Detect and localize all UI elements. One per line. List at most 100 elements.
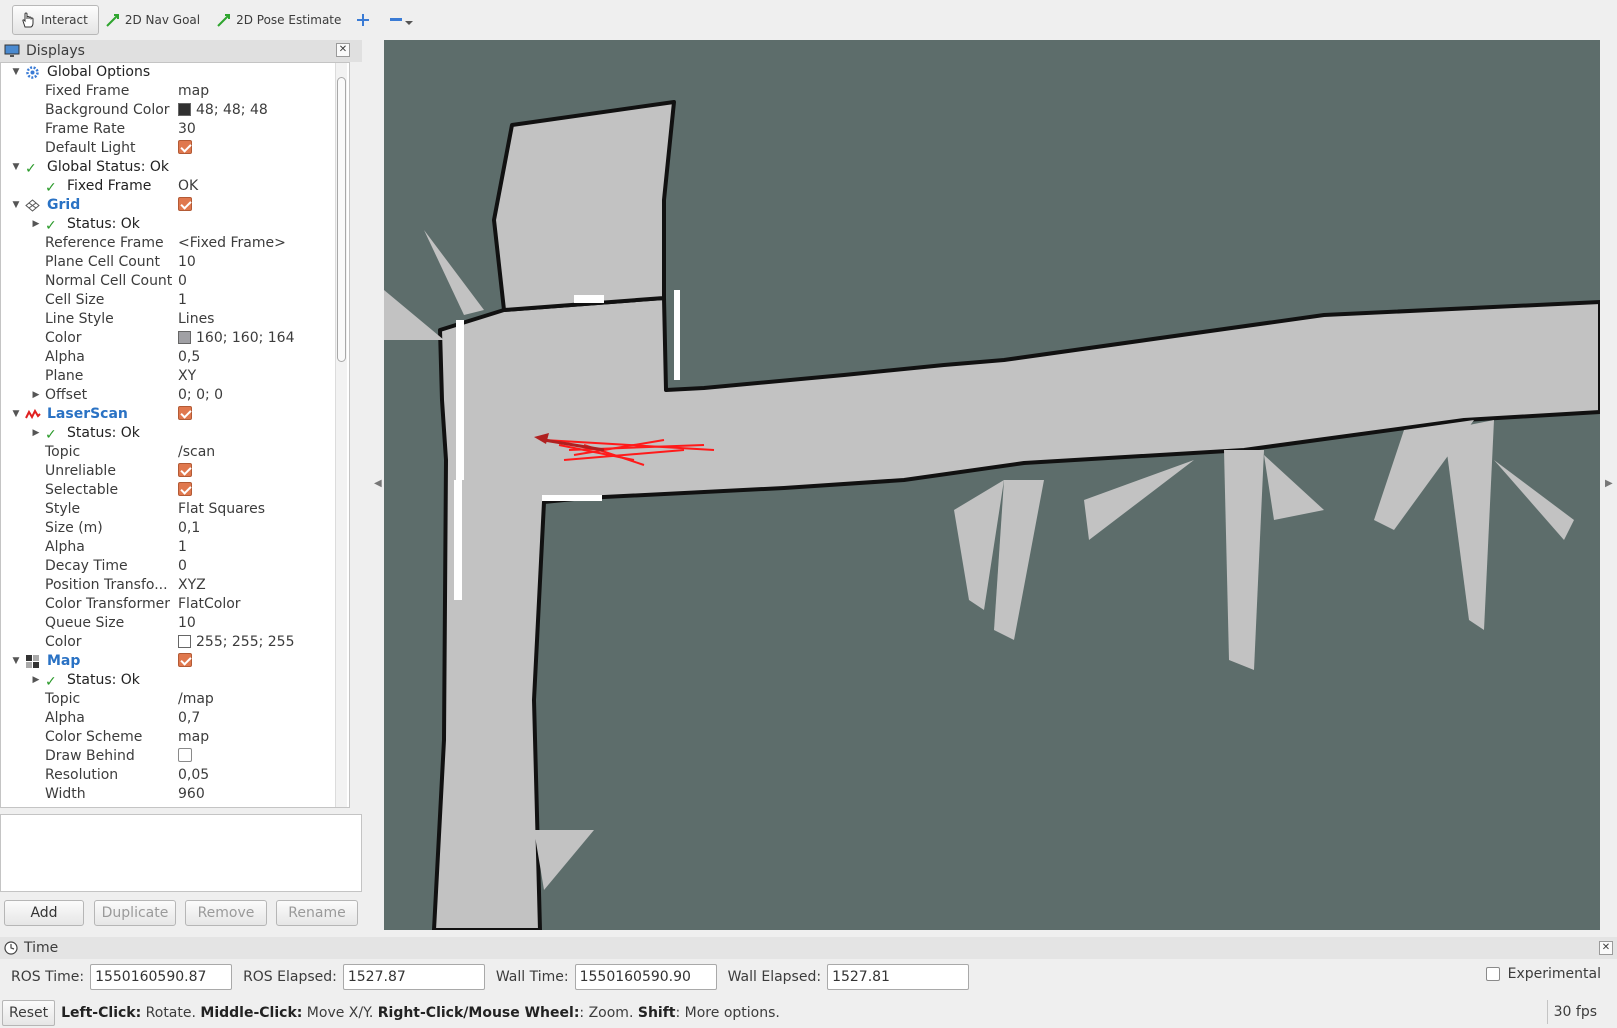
tree-row[interactable]: Line Style Lines: [1, 310, 349, 329]
property-value-text: map: [178, 729, 210, 745]
status-bar: Reset Left-Click: Rotate. Middle-Click: …: [0, 997, 1617, 1028]
remove-button[interactable]: Remove: [185, 900, 267, 926]
add-tool-button[interactable]: [351, 5, 375, 35]
tree-row[interactable]: Decay Time 0: [1, 557, 349, 576]
tree-row[interactable]: Style Flat Squares: [1, 500, 349, 519]
enabled-checkbox[interactable]: [178, 406, 192, 420]
tree-row[interactable]: ▼ LaserScan: [1, 405, 349, 424]
tree-row[interactable]: Normal Cell Count 0: [1, 272, 349, 291]
tree-row[interactable]: Background Color 48; 48; 48: [1, 101, 349, 120]
expand-right-icon[interactable]: ▶: [31, 215, 41, 234]
enabled-checkbox[interactable]: [178, 463, 192, 477]
tree-row[interactable]: ✓ Fixed Frame OK: [1, 177, 349, 196]
tree-row[interactable]: Default Light: [1, 139, 349, 158]
property-value: 1: [178, 291, 187, 310]
enabled-checkbox[interactable]: [178, 140, 192, 154]
tree-row[interactable]: Plane Cell Count 10: [1, 253, 349, 272]
tree-row[interactable]: Topic/map: [1, 690, 349, 709]
ros-elapsed-field[interactable]: 1527.87: [342, 964, 485, 990]
expand-right-icon[interactable]: ▶: [31, 424, 41, 443]
tree-row[interactable]: Alpha 0,5: [1, 348, 349, 367]
tree-row[interactable]: ▶ ✓ Status: Ok: [1, 215, 349, 234]
enabled-checkbox[interactable]: [178, 197, 192, 211]
color-swatch: [178, 635, 191, 648]
tree-row[interactable]: Color Scheme map: [1, 728, 349, 747]
collapse-right-arrow-icon[interactable]: ▶: [1605, 478, 1613, 489]
tree-row[interactable]: Color 160; 160; 164: [1, 329, 349, 348]
rename-button[interactable]: Rename: [276, 900, 358, 926]
tree-scrollbar[interactable]: [335, 63, 347, 807]
tree-row[interactable]: Draw Behind: [1, 747, 349, 766]
property-value-text: FlatColor: [178, 596, 241, 612]
property-value[interactable]: [178, 405, 192, 424]
tree-row[interactable]: ▼ Grid: [1, 196, 349, 215]
enabled-checkbox[interactable]: [178, 482, 192, 496]
tree-row[interactable]: Unreliable: [1, 462, 349, 481]
property-value[interactable]: [178, 747, 192, 766]
hint-left-click: Left-Click:: [61, 1004, 142, 1021]
expand-down-icon[interactable]: ▼: [11, 405, 21, 424]
close-icon[interactable]: ✕: [336, 43, 350, 57]
tree-row[interactable]: ▼ Global Options: [1, 63, 349, 82]
remove-tool-menu-button[interactable]: [389, 5, 413, 35]
property-value: 160; 160; 164: [178, 329, 295, 348]
experimental-toggle[interactable]: Experimental: [1485, 966, 1601, 982]
property-value[interactable]: [178, 139, 192, 158]
ros-time-field[interactable]: 1550160590.87: [90, 964, 233, 990]
tree-row[interactable]: Alpha 1: [1, 538, 349, 557]
expand-down-icon[interactable]: ▼: [11, 158, 21, 177]
property-value[interactable]: [178, 196, 192, 215]
scrollbar-thumb[interactable]: [337, 77, 346, 362]
property-value[interactable]: [178, 652, 192, 671]
tree-row[interactable]: ▼ Map: [1, 652, 349, 671]
duplicate-button[interactable]: Duplicate: [94, 900, 176, 926]
collapse-left-arrow-icon[interactable]: ◀: [374, 478, 382, 489]
3d-viewport[interactable]: [384, 40, 1600, 930]
expand-down-icon[interactable]: ▼: [11, 196, 21, 215]
interact-tool-button[interactable]: Interact: [12, 5, 99, 35]
expand-right-icon[interactable]: ▶: [31, 671, 41, 690]
expand-down-icon[interactable]: ▼: [11, 652, 21, 671]
property-value[interactable]: [178, 481, 192, 500]
tree-row[interactable]: ▼ ✓ Global Status: Ok: [1, 158, 349, 177]
property-name: Grid: [47, 197, 81, 213]
wall-elapsed-field[interactable]: 1527.81: [827, 964, 970, 990]
tree-row[interactable]: Cell Size 1: [1, 291, 349, 310]
close-icon[interactable]: ✕: [1599, 941, 1613, 955]
tree-row[interactable]: Size (m) 0,1: [1, 519, 349, 538]
property-value-text: 10: [178, 254, 196, 270]
experimental-checkbox[interactable]: [1485, 967, 1500, 981]
ros-elapsed-label: ROS Elapsed:: [243, 969, 337, 985]
reset-button[interactable]: Reset: [2, 999, 56, 1026]
property-value[interactable]: [178, 462, 192, 481]
property-name: Fixed Frame: [45, 83, 130, 99]
tree-row[interactable]: ▶ ✓ Status: Ok: [1, 424, 349, 443]
tree-row[interactable]: Queue Size 10: [1, 614, 349, 633]
tree-row[interactable]: ▶ Offset 0; 0; 0: [1, 386, 349, 405]
nav-goal-tool-button[interactable]: 2D Nav Goal: [99, 5, 210, 35]
pose-estimate-tool-button[interactable]: 2D Pose Estimate: [210, 5, 351, 35]
expand-down-icon[interactable]: ▼: [11, 63, 21, 82]
grid-icon: [25, 199, 40, 212]
tree-row[interactable]: Reference Frame <Fixed Frame>: [1, 234, 349, 253]
tree-row[interactable]: Plane XY: [1, 367, 349, 386]
property-value-text: 160; 160; 164: [196, 330, 295, 346]
tree-row[interactable]: Fixed Frame map: [1, 82, 349, 101]
tree-row[interactable]: Resolution 0,05: [1, 766, 349, 785]
tree-row[interactable]: Color 255; 255; 255: [1, 633, 349, 652]
tree-row[interactable]: ▶ ✓ Status: Ok: [1, 671, 349, 690]
disabled-checkbox[interactable]: [178, 748, 192, 762]
tree-row[interactable]: Color Transformer FlatColor: [1, 595, 349, 614]
tree-row[interactable]: Alpha 0,7: [1, 709, 349, 728]
enabled-checkbox[interactable]: [178, 653, 192, 667]
expand-right-icon[interactable]: ▶: [31, 386, 41, 405]
add-button[interactable]: Add: [4, 900, 84, 926]
wall-time-field[interactable]: 1550160590.90: [574, 964, 717, 990]
tree-row[interactable]: Position Transfo... XYZ: [1, 576, 349, 595]
property-value: 0: [178, 272, 187, 291]
tree-row[interactable]: Width 960: [1, 785, 349, 804]
tree-row[interactable]: Selectable: [1, 481, 349, 500]
property-name: Color Transformer: [45, 596, 171, 612]
tree-row[interactable]: Frame Rate 30: [1, 120, 349, 139]
tree-row[interactable]: Topic/scan: [1, 443, 349, 462]
